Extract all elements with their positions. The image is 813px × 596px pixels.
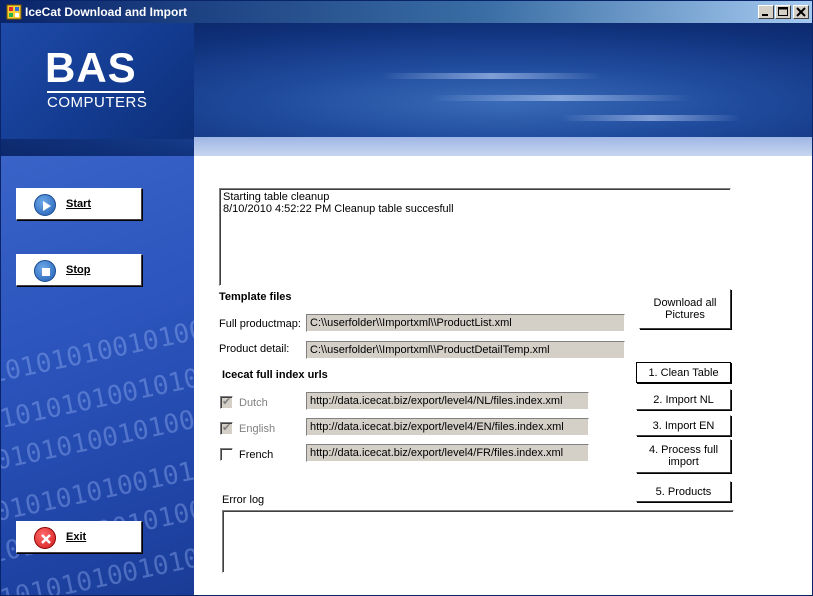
title-bar[interactable]: IceCat Download and Import <box>1 1 812 23</box>
minimize-icon <box>762 14 768 16</box>
close-icon <box>796 7 806 17</box>
banner-light-streak <box>561 115 741 121</box>
import-nl-button[interactable]: 2. Import NL <box>636 389 731 410</box>
dutch-label: Dutch <box>239 397 268 409</box>
maximize-icon <box>778 7 788 16</box>
download-pictures-button[interactable]: Download all Pictures <box>639 289 731 329</box>
main-window: IceCat Download and Import BAS COMPUTERS… <box>0 0 813 596</box>
product-detail-field[interactable]: C:\\userfolder\\Importxml\\ProductDetail… <box>306 341 625 359</box>
close-button[interactable] <box>793 5 809 19</box>
error-log-box[interactable] <box>222 510 734 573</box>
import-en-button[interactable]: 3. Import EN <box>636 415 731 436</box>
full-productmap-label: Full productmap: <box>219 318 301 330</box>
dutch-checkbox[interactable]: ✔ <box>220 396 233 409</box>
french-checkbox[interactable] <box>220 448 233 461</box>
exit-icon <box>34 527 56 549</box>
error-log-label: Error log <box>222 494 265 506</box>
play-icon <box>34 194 56 216</box>
log-line: 8/10/2010 4:52:22 PM Cleanup table succe… <box>223 203 454 215</box>
stop-button[interactable]: Stop <box>16 254 142 286</box>
products-button[interactable]: 5. Products <box>636 481 731 502</box>
minimize-button[interactable] <box>758 5 774 19</box>
template-files-heading: Template files <box>219 291 292 303</box>
stop-icon <box>34 260 56 282</box>
exit-button-label: Exit <box>66 531 87 543</box>
company-logo: BAS <box>45 44 137 91</box>
start-button-label: Start <box>66 198 92 210</box>
clean-table-button[interactable]: 1. Clean Table <box>636 362 731 383</box>
app-icon <box>6 4 22 20</box>
check-icon: ✔ <box>222 396 232 408</box>
stop-button-label: Stop <box>66 264 91 276</box>
banner-light-streak <box>381 73 601 79</box>
french-label: French <box>239 449 274 461</box>
dutch-url-field[interactable]: http://data.icecat.biz/export/level4/NL/… <box>306 392 589 410</box>
index-urls-heading: Icecat full index urls <box>222 369 328 381</box>
english-label: English <box>239 423 276 435</box>
header-banner: BAS COMPUTERS <box>1 23 812 156</box>
exit-button[interactable]: Exit <box>16 521 142 553</box>
french-url-field[interactable]: http://data.icecat.biz/export/level4/FR/… <box>306 444 589 462</box>
start-button[interactable]: Start <box>16 188 142 220</box>
product-detail-label: Product detail: <box>219 343 290 355</box>
status-log[interactable]: Starting table cleanup 8/10/2010 4:52:22… <box>219 188 731 286</box>
process-full-import-button[interactable]: 4. Process full import <box>636 439 731 473</box>
check-icon: ✔ <box>222 422 232 434</box>
banner-strip <box>194 137 812 156</box>
full-productmap-field[interactable]: C:\\userfolder\\Importxml\\ProductList.x… <box>306 314 625 332</box>
banner-light-streak <box>431 95 691 101</box>
maximize-button[interactable] <box>775 5 791 19</box>
english-url-field[interactable]: http://data.icecat.biz/export/level4/EN/… <box>306 418 589 436</box>
window-title: IceCat Download and Import <box>25 5 188 19</box>
log-line: Starting table cleanup <box>223 191 330 203</box>
english-checkbox[interactable]: ✔ <box>220 422 233 435</box>
company-logo-subtitle: COMPUTERS <box>47 91 147 111</box>
